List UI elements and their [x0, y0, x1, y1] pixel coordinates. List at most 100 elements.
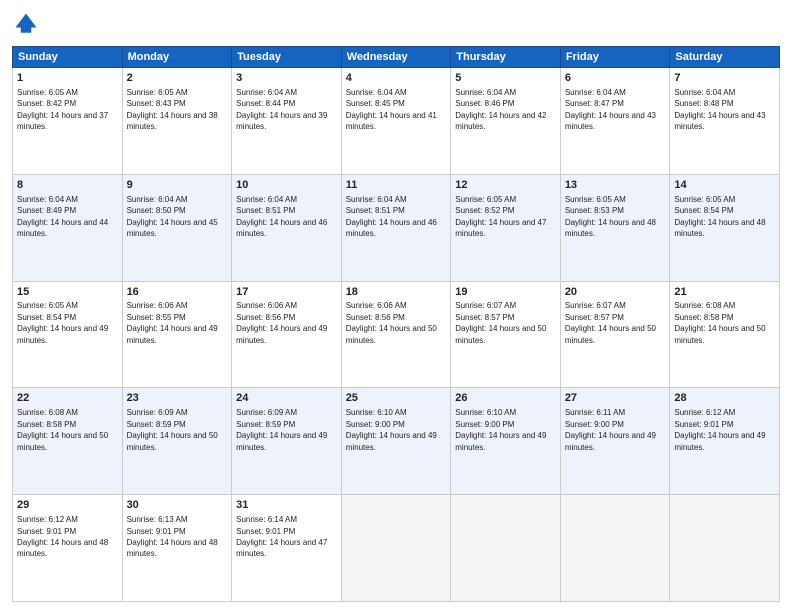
calendar-cell: 6 Sunrise: 6:04 AM Sunset: 8:47 PM Daylig… [560, 68, 670, 175]
day-info: Sunrise: 6:06 AM Sunset: 8:56 PM Dayligh… [236, 301, 329, 344]
calendar-cell: 16Sunrise: 6:06 AM Sunset: 8:55 PM Dayli… [122, 281, 232, 388]
calendar-cell [341, 495, 451, 602]
calendar: SundayMondayTuesdayWednesdayThursdayFrid… [12, 46, 780, 602]
calendar-cell: 27 Sunrise: 6:11 AM Sunset: 9:00 PM Dayli… [560, 388, 670, 495]
calendar-cell: 2 Sunrise: 6:05 AM Sunset: 8:43 PM Daylig… [122, 68, 232, 175]
day-number: 17 [236, 285, 337, 300]
calendar-cell: 13Sunrise: 6:05 AM Sunset: 8:53 PM Dayli… [560, 174, 670, 281]
calendar-cell: 9 Sunrise: 6:04 AM Sunset: 8:50 PM Daylig… [122, 174, 232, 281]
day-info: Sunrise: 6:04 AM Sunset: 8:44 PM Dayligh… [236, 88, 329, 131]
day-number: 23 [127, 391, 228, 406]
calendar-cell: 1Sunrise: 6:05 AM Sunset: 8:42 PM Daylig… [13, 68, 123, 175]
calendar-cell: 17Sunrise: 6:06 AM Sunset: 8:56 PM Dayli… [232, 281, 342, 388]
day-info: Sunrise: 6:12 AM Sunset: 9:01 PM Dayligh… [17, 515, 110, 558]
logo-icon [12, 10, 40, 38]
day-info: Sunrise: 6:13 AM Sunset: 9:01 PM Dayligh… [127, 515, 220, 558]
logo [12, 10, 44, 38]
day-number: 22 [17, 391, 118, 406]
calendar-cell: 8Sunrise: 6:04 AM Sunset: 8:49 PM Daylig… [13, 174, 123, 281]
calendar-cell: 23 Sunrise: 6:09 AM Sunset: 8:59 PM Dayli… [122, 388, 232, 495]
day-info: Sunrise: 6:04 AM Sunset: 8:48 PM Dayligh… [674, 88, 767, 131]
calendar-cell: 25 Sunrise: 6:10 AM Sunset: 9:00 PM Dayli… [341, 388, 451, 495]
day-number: 12 [455, 178, 556, 193]
day-info: Sunrise: 6:11 AM Sunset: 9:00 PM Dayligh… [565, 408, 658, 451]
day-info: Sunrise: 6:05 AM Sunset: 8:43 PM Dayligh… [127, 88, 220, 131]
day-number: 10 [236, 178, 337, 193]
day-number: 5 [455, 71, 556, 86]
day-info: Sunrise: 6:14 AM Sunset: 9:01 PM Dayligh… [236, 515, 329, 558]
day-info: Sunrise: 6:05 AM Sunset: 8:52 PM Dayligh… [455, 195, 548, 238]
day-number: 6 [565, 71, 666, 86]
calendar-cell: 3 Sunrise: 6:04 AM Sunset: 8:44 PM Daylig… [232, 68, 342, 175]
day-number: 11 [346, 178, 447, 193]
day-number: 1 [17, 71, 118, 86]
day-info: Sunrise: 6:08 AM Sunset: 8:58 PM Dayligh… [674, 301, 767, 344]
calendar-cell: 15Sunrise: 6:05 AM Sunset: 8:54 PM Dayli… [13, 281, 123, 388]
calendar-cell: 24Sunrise: 6:09 AM Sunset: 8:59 PM Dayli… [232, 388, 342, 495]
calendar-cell: 29 Sunrise: 6:12 AM Sunset: 9:01 PM Dayli… [13, 495, 123, 602]
day-info: Sunrise: 6:06 AM Sunset: 8:56 PM Dayligh… [346, 301, 439, 344]
day-number: 2 [127, 71, 228, 86]
day-number: 27 [565, 391, 666, 406]
day-header-wednesday: Wednesday [341, 47, 451, 68]
week-row-1: 8Sunrise: 6:04 AM Sunset: 8:49 PM Daylig… [13, 174, 780, 281]
day-number: 19 [455, 285, 556, 300]
day-number: 16 [127, 285, 228, 300]
day-number: 29 [17, 498, 118, 513]
day-info: Sunrise: 6:07 AM Sunset: 8:57 PM Dayligh… [455, 301, 548, 344]
day-header-tuesday: Tuesday [232, 47, 342, 68]
calendar-cell: 18Sunrise: 6:06 AM Sunset: 8:56 PM Dayli… [341, 281, 451, 388]
week-row-3: 22 Sunrise: 6:08 AM Sunset: 8:58 PM Dayli… [13, 388, 780, 495]
day-info: Sunrise: 6:04 AM Sunset: 8:47 PM Dayligh… [565, 88, 658, 131]
day-number: 21 [674, 285, 775, 300]
day-info: Sunrise: 6:09 AM Sunset: 8:59 PM Dayligh… [127, 408, 220, 451]
day-info: Sunrise: 6:08 AM Sunset: 8:58 PM Dayligh… [17, 408, 110, 451]
calendar-cell: 12 Sunrise: 6:05 AM Sunset: 8:52 PM Dayli… [451, 174, 561, 281]
calendar-cell: 28 Sunrise: 6:12 AM Sunset: 9:01 PM Dayli… [670, 388, 780, 495]
day-number: 15 [17, 285, 118, 300]
day-info: Sunrise: 6:10 AM Sunset: 9:00 PM Dayligh… [346, 408, 439, 451]
day-number: 3 [236, 71, 337, 86]
calendar-cell: 21Sunrise: 6:08 AM Sunset: 8:58 PM Dayli… [670, 281, 780, 388]
calendar-cell [451, 495, 561, 602]
day-number: 9 [127, 178, 228, 193]
day-header-sunday: Sunday [13, 47, 123, 68]
day-info: Sunrise: 6:04 AM Sunset: 8:51 PM Dayligh… [346, 195, 439, 238]
day-number: 20 [565, 285, 666, 300]
day-number: 25 [346, 391, 447, 406]
day-info: Sunrise: 6:12 AM Sunset: 9:01 PM Dayligh… [674, 408, 767, 451]
day-header-saturday: Saturday [670, 47, 780, 68]
calendar-cell: 22 Sunrise: 6:08 AM Sunset: 8:58 PM Dayli… [13, 388, 123, 495]
calendar-cell: 7Sunrise: 6:04 AM Sunset: 8:48 PM Daylig… [670, 68, 780, 175]
week-row-2: 15Sunrise: 6:05 AM Sunset: 8:54 PM Dayli… [13, 281, 780, 388]
day-info: Sunrise: 6:06 AM Sunset: 8:55 PM Dayligh… [127, 301, 220, 344]
header [12, 10, 780, 38]
page: SundayMondayTuesdayWednesdayThursdayFrid… [0, 0, 792, 612]
day-header-monday: Monday [122, 47, 232, 68]
day-info: Sunrise: 6:04 AM Sunset: 8:51 PM Dayligh… [236, 195, 329, 238]
calendar-cell: 10 Sunrise: 6:04 AM Sunset: 8:51 PM Dayli… [232, 174, 342, 281]
day-info: Sunrise: 6:05 AM Sunset: 8:54 PM Dayligh… [17, 301, 110, 344]
day-info: Sunrise: 6:04 AM Sunset: 8:49 PM Dayligh… [17, 195, 110, 238]
day-info: Sunrise: 6:09 AM Sunset: 8:59 PM Dayligh… [236, 408, 329, 451]
calendar-cell: 20Sunrise: 6:07 AM Sunset: 8:57 PM Dayli… [560, 281, 670, 388]
day-info: Sunrise: 6:10 AM Sunset: 9:00 PM Dayligh… [455, 408, 548, 451]
day-info: Sunrise: 6:07 AM Sunset: 8:57 PM Dayligh… [565, 301, 658, 344]
day-info: Sunrise: 6:04 AM Sunset: 8:50 PM Dayligh… [127, 195, 220, 238]
header-row: SundayMondayTuesdayWednesdayThursdayFrid… [13, 47, 780, 68]
day-number: 28 [674, 391, 775, 406]
day-header-friday: Friday [560, 47, 670, 68]
calendar-cell: 11 Sunrise: 6:04 AM Sunset: 8:51 PM Dayli… [341, 174, 451, 281]
calendar-cell [670, 495, 780, 602]
day-info: Sunrise: 6:05 AM Sunset: 8:53 PM Dayligh… [565, 195, 658, 238]
calendar-cell: 5Sunrise: 6:04 AM Sunset: 8:46 PM Daylig… [451, 68, 561, 175]
calendar-cell: 31Sunrise: 6:14 AM Sunset: 9:01 PM Dayli… [232, 495, 342, 602]
day-number: 26 [455, 391, 556, 406]
calendar-cell: 30 Sunrise: 6:13 AM Sunset: 9:01 PM Dayli… [122, 495, 232, 602]
calendar-cell [560, 495, 670, 602]
calendar-cell: 4 Sunrise: 6:04 AM Sunset: 8:45 PM Daylig… [341, 68, 451, 175]
day-info: Sunrise: 6:04 AM Sunset: 8:45 PM Dayligh… [346, 88, 439, 131]
day-number: 4 [346, 71, 447, 86]
day-number: 18 [346, 285, 447, 300]
day-number: 30 [127, 498, 228, 513]
